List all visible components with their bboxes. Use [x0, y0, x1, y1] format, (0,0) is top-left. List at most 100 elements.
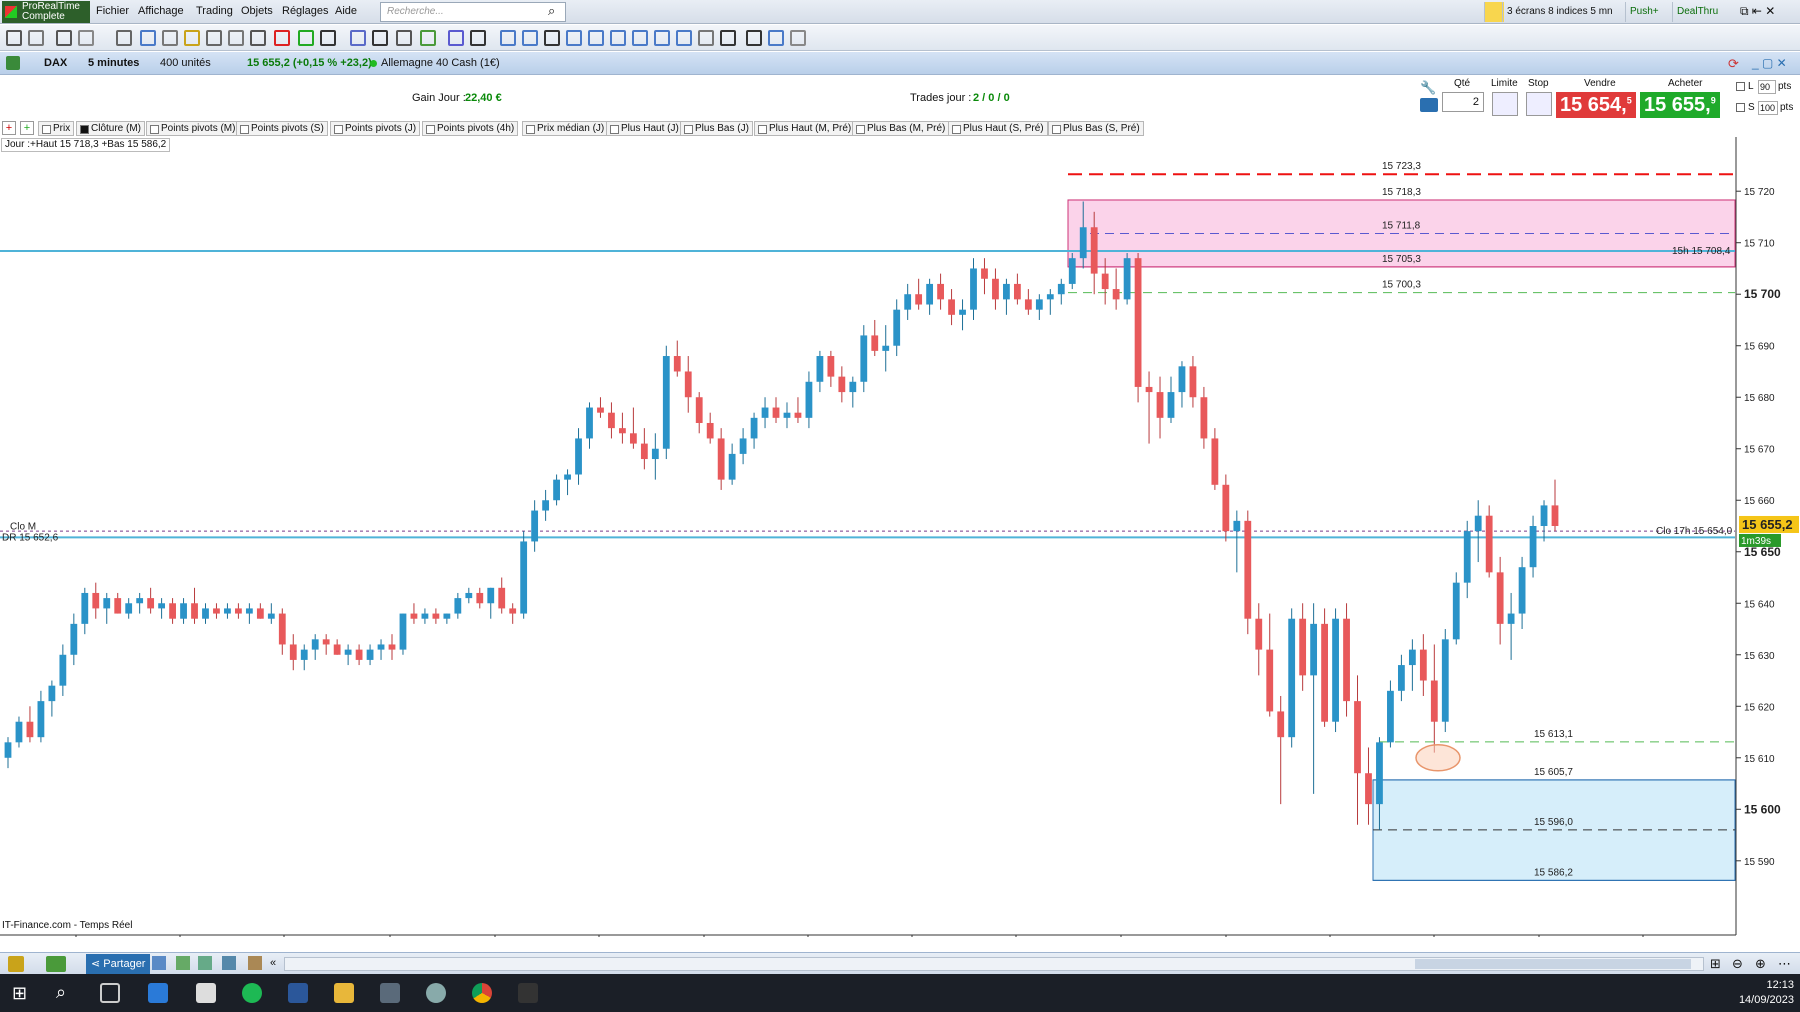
menu-aide[interactable]: Aide [335, 5, 357, 17]
indicator-toggle[interactable]: Plus Bas (J) [680, 121, 753, 136]
taskbar-search-icon[interactable]: ⌕ [56, 982, 66, 1003]
file-explorer-icon[interactable] [334, 983, 354, 1003]
indicator-toggle[interactable]: Plus Haut (S, Pré) [948, 121, 1048, 136]
scroll-left-icon[interactable]: « [270, 957, 276, 969]
down-arrow-icon[interactable] [274, 30, 290, 46]
dealthru-button[interactable]: DealThru [1672, 2, 1722, 22]
chart-icon[interactable] [6, 56, 20, 70]
indicator-toggle[interactable]: Points pivots (4h) [422, 121, 519, 136]
share-button[interactable]: ⋖ Partager [86, 954, 151, 974]
chrome-icon[interactable] [472, 983, 492, 1003]
menu-affichage[interactable]: Affichage [138, 5, 184, 17]
add-indicator-icon[interactable]: + [2, 121, 16, 135]
folder-icon[interactable] [196, 983, 216, 1003]
box-icon[interactable] [632, 30, 648, 46]
prorealtime-taskbar-icon[interactable] [518, 983, 538, 1003]
indicator-toggle[interactable]: Plus Bas (M, Pré) [852, 121, 950, 136]
s-checkbox[interactable] [1736, 103, 1745, 112]
menu-trading[interactable]: Trading [196, 5, 233, 17]
zoom-in-icon[interactable]: ⊕ [1755, 956, 1766, 972]
windows-start-icon[interactable]: ⊞ [12, 984, 27, 1002]
units-selector[interactable]: 400 unités [160, 57, 211, 69]
line-icon[interactable] [372, 30, 388, 46]
scrollbar-thumb[interactable] [1415, 959, 1691, 969]
zoom-out-icon[interactable]: ⊖ [1732, 956, 1743, 972]
menu-fichier[interactable]: Fichier [96, 5, 129, 17]
settings-icon[interactable]: ⋯ [1778, 956, 1791, 972]
sync-icon[interactable]: ⟳ [1728, 56, 1739, 72]
task-view-icon[interactable] [100, 983, 120, 1003]
alert-icon[interactable] [1484, 2, 1504, 22]
wrench-icon[interactable]: 🔧 [1420, 80, 1436, 96]
diagonal-icon[interactable] [396, 30, 412, 46]
right-arrow-icon[interactable] [320, 30, 336, 46]
horizontal-line-icon[interactable] [448, 30, 464, 46]
magnet-icon[interactable] [116, 30, 132, 46]
copy-icon[interactable] [162, 30, 178, 46]
indicator-toggle[interactable]: Points pivots (J) [330, 121, 421, 136]
buy-button[interactable]: 15 655,9 [1640, 92, 1720, 118]
zoom-fit-icon[interactable]: ⊞ [1710, 956, 1721, 972]
price-chart[interactable]: 15 723,3 15 718,3 15 711,8 15h 15 708,4 15 7… [0, 137, 1800, 937]
dash-icon[interactable] [746, 30, 762, 46]
channel-icon[interactable] [420, 30, 436, 46]
l-input[interactable]: 90 [1758, 80, 1776, 94]
sell-button[interactable]: 15 654,5 [1556, 92, 1636, 118]
qty-input[interactable]: 2 [1442, 92, 1484, 112]
add-object-icon[interactable]: + [20, 121, 34, 135]
indicator-toggle[interactable]: Points pivots (M) [146, 121, 240, 136]
date-range-icon[interactable] [676, 30, 692, 46]
chart-type-icon[interactable] [46, 956, 66, 972]
segment-icon[interactable] [250, 30, 266, 46]
paint-icon[interactable] [426, 983, 446, 1003]
fibo-icon[interactable] [500, 30, 516, 46]
cyan-line-icon[interactable] [470, 30, 486, 46]
indicator-toggle[interactable]: Plus Bas (S, Pré) [1048, 121, 1144, 136]
arrow-icon[interactable] [228, 30, 244, 46]
calendar-icon[interactable] [152, 956, 166, 970]
indicator-toggle[interactable]: Points pivots (S) [236, 121, 328, 136]
chart-window-controls[interactable]: _ ▢ ✕ [1752, 56, 1787, 70]
hline-icon[interactable] [350, 30, 366, 46]
indicator-toggle[interactable]: Clôture (M) [76, 121, 146, 136]
cursor-icon[interactable] [28, 30, 44, 46]
stop-button[interactable] [1526, 92, 1552, 116]
indicator-menu-icon[interactable] [8, 956, 24, 972]
keypad-icon[interactable] [1420, 98, 1438, 112]
s-input[interactable]: 100 [1758, 101, 1778, 115]
window-controls[interactable]: ⧉ ⇤ ✕ [1740, 4, 1775, 19]
export-icon[interactable] [248, 956, 262, 970]
reset-icon[interactable] [790, 30, 806, 46]
pencil-icon[interactable] [6, 30, 22, 46]
table-icon[interactable] [198, 956, 212, 970]
magnifier-icon[interactable] [56, 30, 72, 46]
search-input[interactable]: Recherche... [380, 2, 566, 22]
crosshair-icon[interactable] [140, 30, 156, 46]
word-icon[interactable] [288, 983, 308, 1003]
gann-icon[interactable] [588, 30, 604, 46]
limit-button[interactable] [1492, 92, 1518, 116]
bell-icon[interactable] [184, 30, 200, 46]
measure-icon[interactable] [698, 30, 714, 46]
workspace-selector[interactable]: 3 écrans 8 indices 5 mn [1502, 2, 1617, 22]
menu-reglages[interactable]: Réglages [282, 5, 328, 17]
indicator-toggle[interactable]: Prix [38, 121, 75, 136]
spotify-icon[interactable] [242, 983, 262, 1003]
indicator-toggle[interactable]: Prix médian (J) [522, 121, 609, 136]
label-icon[interactable] [720, 30, 736, 46]
instrument-selector[interactable]: DAX [44, 57, 67, 69]
store-icon[interactable] [148, 983, 168, 1003]
menu-objets[interactable]: Objets [241, 5, 273, 17]
timeframe-selector[interactable]: 5 minutes [88, 57, 139, 69]
range-icon[interactable] [654, 30, 670, 46]
wave-icon[interactable] [768, 30, 784, 46]
indicator-toggle[interactable]: Plus Haut (M, Pré) [754, 121, 856, 136]
push-button[interactable]: Push+ [1625, 2, 1663, 22]
up-arrow-icon[interactable] [298, 30, 314, 46]
calculator-icon[interactable] [380, 983, 400, 1003]
l-checkbox[interactable] [1736, 82, 1745, 91]
indicator-toggle[interactable]: Plus Haut (J) [606, 121, 683, 136]
rect-icon[interactable] [522, 30, 538, 46]
ruler-icon[interactable] [78, 30, 94, 46]
trash-icon[interactable] [206, 30, 222, 46]
